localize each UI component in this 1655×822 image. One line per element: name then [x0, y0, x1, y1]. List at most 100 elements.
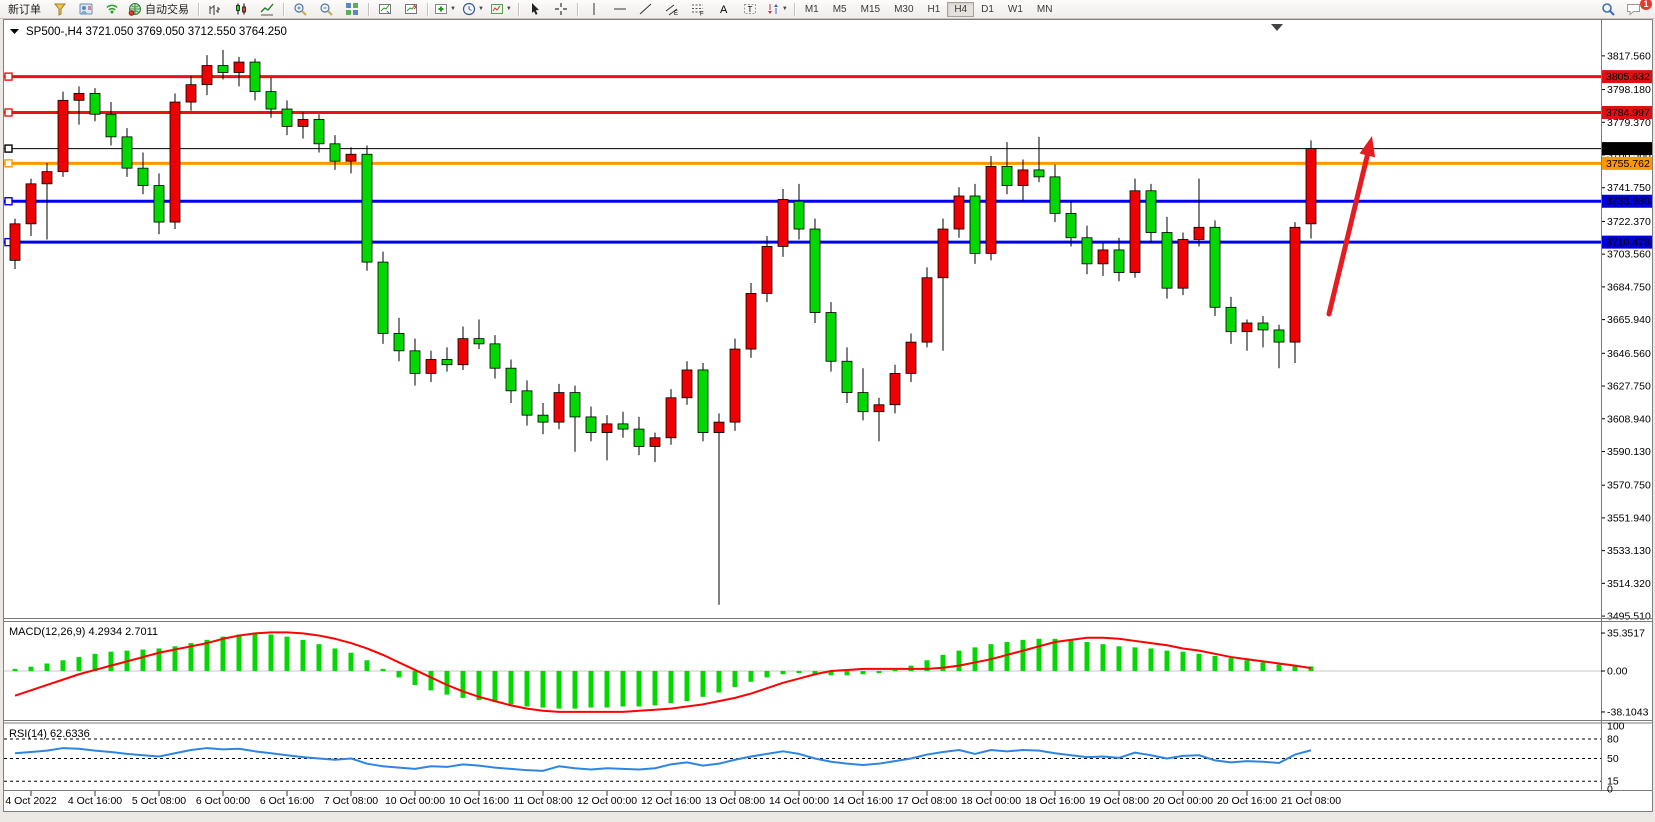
price-tick-label: 3533.130 — [1607, 545, 1651, 557]
search-button[interactable] — [1595, 0, 1621, 18]
candle — [26, 184, 36, 224]
candle — [938, 229, 948, 278]
candle — [90, 93, 100, 114]
chevron-down-icon: ▼ — [450, 6, 456, 12]
candle — [1002, 166, 1012, 185]
rsi-axis-label: 0 — [1607, 784, 1613, 796]
signals-button[interactable] — [99, 0, 125, 18]
tab-timeframe-m1[interactable]: M1 — [798, 2, 826, 17]
candle — [538, 415, 548, 422]
templates-button[interactable]: ▼ — [487, 0, 515, 18]
candle — [234, 62, 244, 72]
macd-label: MACD(12,26,9) 4.2934 2.7011 — [9, 626, 158, 638]
candle — [650, 438, 660, 447]
line-chart-button[interactable] — [254, 0, 280, 18]
arrows-button[interactable]: ▼ — [763, 0, 791, 18]
macd-bar — [365, 660, 370, 671]
fibonacci-button[interactable]: F — [685, 0, 711, 18]
tab-timeframe-w1[interactable]: W1 — [1001, 2, 1030, 17]
macd-bar — [525, 671, 530, 706]
price-badge-label: 3733.980 — [1606, 196, 1650, 208]
macd-axis-label: 35.3517 — [1607, 628, 1645, 640]
market-watch-button[interactable] — [47, 0, 73, 18]
chart-window[interactable]: 3817.5603798.1803779.3703760.5603741.750… — [0, 19, 1655, 822]
cursor-icon — [528, 2, 542, 16]
macd-axis-label: -38.1043 — [1607, 706, 1649, 718]
candle — [618, 424, 628, 429]
candle — [1162, 233, 1172, 289]
channel-button[interactable]: E — [659, 0, 685, 18]
horizontal-line-button[interactable] — [607, 0, 633, 18]
candle — [746, 293, 756, 349]
autotrading-button[interactable]: 自动交易 — [125, 0, 195, 18]
candle — [10, 224, 20, 261]
toolbar-separator — [198, 3, 199, 16]
tab-timeframe-mn[interactable]: MN — [1030, 2, 1060, 17]
candle — [970, 196, 980, 253]
cursor-button[interactable] — [522, 0, 548, 18]
tab-timeframe-m5[interactable]: M5 — [826, 2, 854, 17]
accounts-button[interactable] — [73, 0, 99, 18]
bar-chart-button[interactable] — [202, 0, 228, 18]
rsi-label: RSI(14) 62.6336 — [9, 728, 90, 740]
line-anchor-handle[interactable] — [5, 73, 12, 80]
line-anchor-handle[interactable] — [5, 198, 12, 205]
trendline-button[interactable] — [633, 0, 659, 18]
chart-shift-button[interactable] — [398, 0, 424, 18]
candle — [874, 405, 884, 412]
candle — [1082, 238, 1092, 264]
candle — [506, 368, 516, 391]
chat-button[interactable]: 1 — [1621, 0, 1647, 18]
candle — [1114, 250, 1124, 273]
candlestick-chart-button[interactable] — [228, 0, 254, 18]
candle — [842, 361, 852, 392]
tab-timeframe-m30[interactable]: M30 — [887, 2, 920, 17]
new-order-label: 新订单 — [5, 1, 44, 17]
tab-timeframe-m15[interactable]: M15 — [854, 2, 887, 17]
rsi-axis-label: 80 — [1607, 733, 1619, 745]
chart-canvas[interactable]: 3817.5603798.1803779.3703760.5603741.750… — [0, 19, 1655, 822]
tab-timeframe-d1[interactable]: D1 — [974, 2, 1001, 17]
line-anchor-handle[interactable] — [5, 145, 12, 152]
candle — [122, 137, 132, 168]
price-tick-label: 3590.130 — [1607, 446, 1651, 458]
line-chart-icon — [260, 2, 274, 16]
macd-bar — [1245, 660, 1250, 671]
trendline-icon — [639, 2, 653, 16]
line-anchor-handle[interactable] — [5, 109, 12, 116]
macd-bar — [301, 640, 306, 671]
indicators-button[interactable]: ▼ — [431, 0, 459, 18]
macd-bar — [637, 671, 642, 706]
zoom-in-button[interactable] — [287, 0, 313, 18]
candle — [906, 342, 916, 373]
vertical-line-button[interactable] — [581, 0, 607, 18]
date-tick-label: 10 Oct 16:00 — [449, 795, 509, 807]
tile-windows-button[interactable] — [339, 0, 365, 18]
candle — [394, 333, 404, 350]
text-button[interactable]: A — [711, 0, 737, 18]
candle — [298, 119, 308, 126]
candle — [1050, 177, 1060, 214]
notification-badge: 1 — [1640, 0, 1652, 10]
candle — [1306, 149, 1316, 224]
new-order-button[interactable]: 新订单 — [2, 0, 47, 18]
toolbar-separator — [283, 3, 284, 16]
macd-bar — [509, 671, 514, 704]
auto-arrange-button[interactable] — [372, 0, 398, 18]
candle — [858, 393, 868, 412]
candle — [554, 393, 564, 423]
macd-bar — [205, 640, 210, 671]
tab-timeframe-h1[interactable]: H1 — [921, 2, 948, 17]
text-label-button[interactable]: T — [737, 0, 763, 18]
tab-timeframe-h4[interactable]: H4 — [947, 2, 974, 17]
toolbar-separator — [577, 3, 578, 16]
zoom-out-button[interactable] — [313, 0, 339, 18]
candle — [266, 92, 276, 109]
candle — [442, 360, 452, 365]
price-tick-label: 3798.180 — [1607, 84, 1651, 96]
periods-button[interactable]: ▼ — [459, 0, 487, 18]
candle — [218, 66, 228, 73]
crosshair-button[interactable] — [548, 0, 574, 18]
line-anchor-handle[interactable] — [5, 160, 12, 167]
macd-bar — [429, 671, 434, 690]
